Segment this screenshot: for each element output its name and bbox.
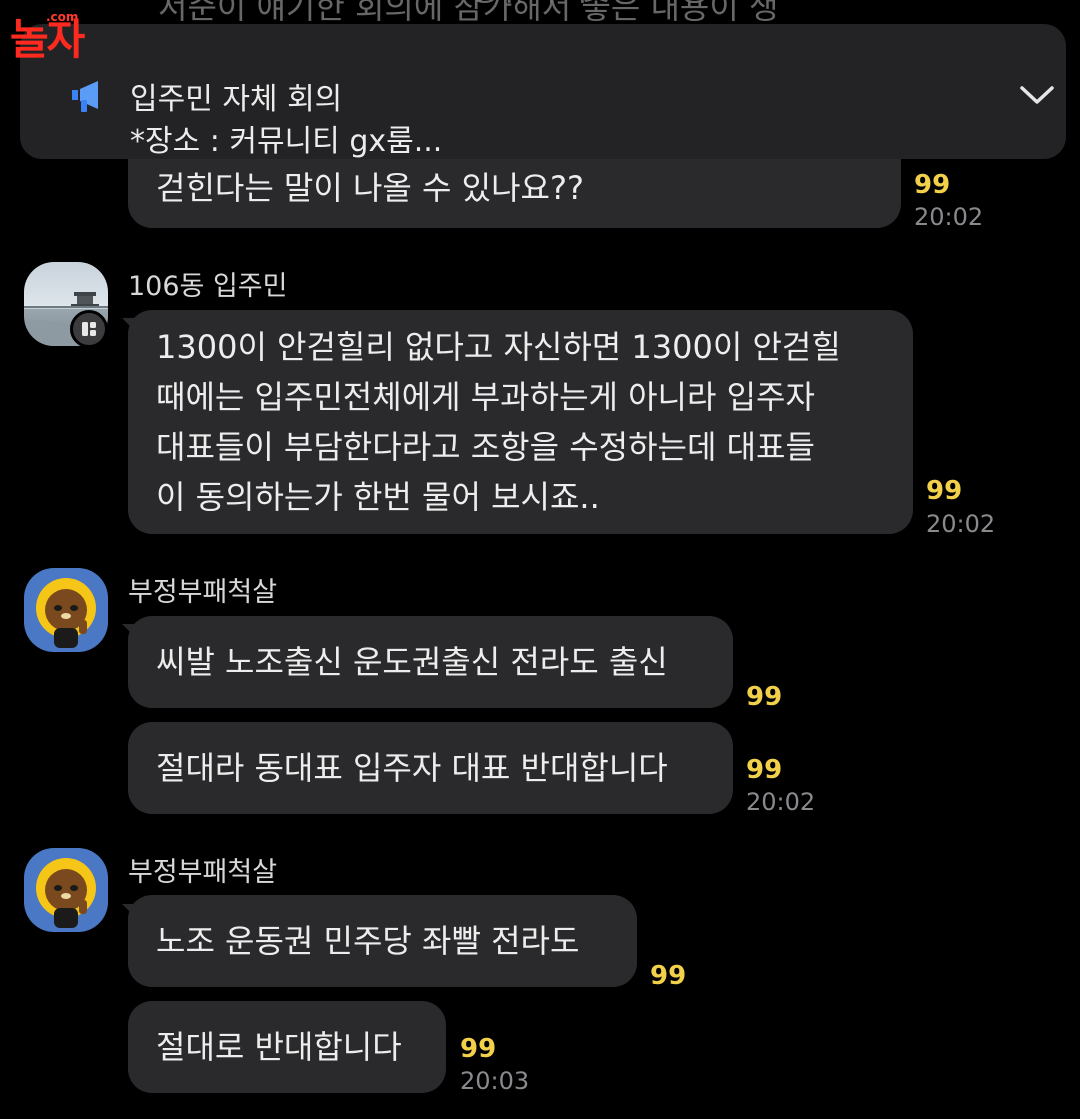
message-text: 절대라 동대표 입주자 대표 반대합니다 — [156, 749, 668, 787]
megaphone-icon — [72, 81, 98, 112]
message-time: 20:02 — [746, 788, 816, 816]
message-text: 절대로 반대합니다 — [156, 1028, 402, 1066]
message-text: 걷힌다는 말이 나올 수 있나요?? — [156, 169, 584, 207]
avatar[interactable] — [24, 568, 108, 652]
message-time: 20:02 — [914, 203, 984, 231]
character-avatar-icon — [36, 858, 96, 928]
message-text: 씨발 노조출신 운도권출신 전라도 출신 — [156, 643, 668, 681]
sender-name: 부정부패척살 — [128, 857, 278, 888]
chevron-down-icon[interactable] — [1018, 82, 1056, 108]
message-text: 1300이 안걷힐리 없다고 자신하면 1300이 안걷힐 때에는 입주민전체에… — [156, 328, 841, 516]
unread-count: 99 — [746, 755, 783, 785]
watermark-text: 놀자 — [10, 15, 85, 64]
message-bubble[interactable]: 절대라 동대표 입주자 대표 반대합니다 — [128, 722, 733, 814]
message-time: 20:03 — [460, 1067, 530, 1095]
chat-screen: 공유하기 서준이 얘기한 회의에 참가해서 좋은 내용이 생 .com 놀자 입… — [0, 0, 1080, 1119]
message-bubble[interactable]: 1300이 안걷힐리 없다고 자신하면 1300이 안걷힐 때에는 입주민전체에… — [128, 310, 913, 534]
unread-count: 99 — [460, 1034, 497, 1064]
message-bubble[interactable]: 씨발 노조출신 운도권출신 전라도 출신 — [128, 616, 733, 708]
avatar[interactable] — [24, 848, 108, 932]
sender-name: 부정부패척살 — [128, 577, 278, 608]
unread-count: 99 — [746, 682, 783, 712]
profile-badge-icon — [82, 322, 96, 336]
message-bubble[interactable]: 절대로 반대합니다 — [128, 1001, 446, 1093]
notice-body: *장소 : 커뮤니티 gx룸... — [130, 124, 443, 159]
message-time: 20:02 — [926, 510, 996, 538]
sender-name: 106동 입주민 — [128, 271, 288, 302]
notice-title: 입주민 자체 회의 — [130, 82, 343, 117]
unread-count: 99 — [926, 476, 963, 506]
message-text: 노조 운동권 민주당 좌빨 전라도 — [156, 922, 580, 960]
avatar-badge — [70, 310, 108, 348]
notice-banner[interactable]: 입주민 자체 회의 *장소 : 커뮤니티 gx룸... — [20, 24, 1066, 159]
unread-count: 99 — [914, 170, 951, 200]
unread-count: 99 — [650, 961, 687, 991]
watermark-logo: .com 놀자 — [10, 10, 136, 64]
message-bubble[interactable]: 노조 운동권 민주당 좌빨 전라도 — [128, 895, 637, 987]
character-avatar-icon — [36, 578, 96, 648]
